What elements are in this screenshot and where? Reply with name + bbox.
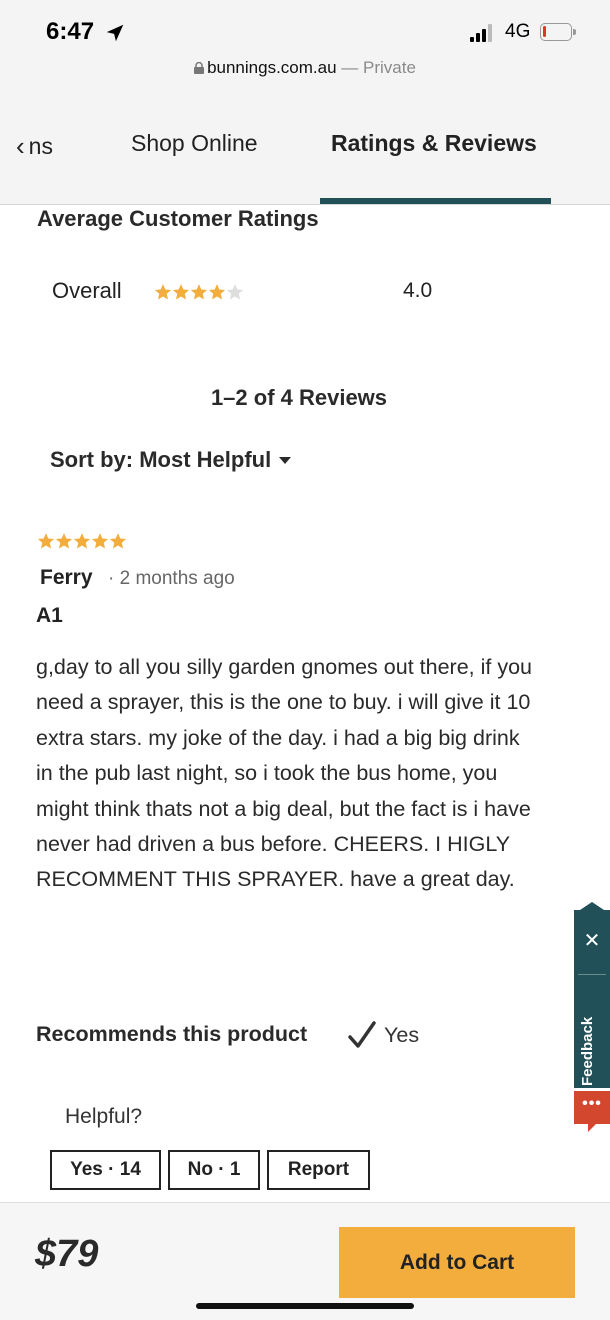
- location-arrow-icon: [106, 24, 124, 42]
- network-type: 4G: [505, 21, 531, 42]
- purchase-bar: $79 Add to Cart: [0, 1202, 610, 1320]
- signal-icon: [470, 24, 496, 42]
- review-title: A1: [36, 604, 63, 627]
- feedback-label: Feedback: [579, 1016, 596, 1086]
- review-star-rating: [37, 532, 127, 550]
- report-button[interactable]: Report: [267, 1150, 370, 1190]
- star-icon: [37, 533, 55, 549]
- recommends-value: Yes: [384, 1023, 420, 1047]
- review-body: g,day to all you silly garden gnomes out…: [36, 655, 532, 892]
- star-icon: [91, 533, 109, 549]
- sort-label: Sort by: Most Helpful: [50, 447, 272, 472]
- star-icon: [154, 284, 172, 300]
- chat-icon[interactable]: •••: [574, 1091, 610, 1132]
- battery-icon: [540, 23, 576, 41]
- recommends-label: Recommends this product: [36, 1022, 308, 1046]
- add-to-cart-button[interactable]: Add to Cart: [339, 1227, 575, 1298]
- star-icon: [208, 284, 226, 300]
- overall-rating-value: 4.0: [403, 279, 433, 302]
- home-indicator[interactable]: [196, 1303, 414, 1309]
- close-icon[interactable]: ✕: [574, 928, 610, 953]
- private-label: — Private: [341, 58, 416, 77]
- tab-shop-online[interactable]: Shop Online: [131, 130, 258, 157]
- chevron-left-icon: ‹: [16, 131, 25, 161]
- star-icon: [226, 284, 244, 300]
- review-count: 1–2 of 4 Reviews: [210, 385, 388, 410]
- ratings-heading: Average Customer Ratings: [37, 206, 319, 231]
- tab-back-label: ns: [28, 133, 53, 159]
- feedback-divider: [578, 974, 606, 975]
- tab-back[interactable]: ‹ ns: [16, 130, 53, 161]
- url-domain: bunnings.com.au: [207, 58, 337, 77]
- tab-ratings-reviews[interactable]: Ratings & Reviews: [331, 130, 537, 157]
- url-bar[interactable]: bunnings.com.au — Private: [0, 58, 610, 78]
- star-icon: [109, 533, 127, 549]
- status-bar: 6:47 4G bunnings.com.au — Private: [0, 0, 610, 90]
- active-tab-indicator: [320, 198, 551, 204]
- checkmark-icon: [348, 1021, 376, 1048]
- feedback-tab[interactable]: ✕ Feedback: [574, 902, 610, 1088]
- review-author: Ferry: [40, 566, 93, 589]
- helpful-prompt: Helpful?: [65, 1105, 143, 1128]
- lock-icon: [194, 62, 205, 74]
- helpful-yes-button[interactable]: Yes · 14: [50, 1150, 161, 1190]
- overall-label: Overall: [52, 278, 122, 303]
- overall-star-rating: [154, 283, 244, 301]
- review-date: · 2 months ago: [108, 568, 235, 589]
- star-icon: [190, 284, 208, 300]
- battery-level: [543, 26, 546, 37]
- tab-bar: ‹ ns Shop Online Ratings & Reviews: [0, 90, 610, 205]
- caret-down-icon: [279, 457, 292, 464]
- star-icon: [55, 533, 73, 549]
- clock: 6:47: [46, 18, 95, 45]
- star-icon: [73, 533, 91, 549]
- sort-dropdown[interactable]: Sort by: Most Helpful: [50, 447, 292, 473]
- price: $79: [35, 1233, 99, 1275]
- helpful-no-button[interactable]: No · 1: [168, 1150, 260, 1190]
- star-icon: [172, 284, 190, 300]
